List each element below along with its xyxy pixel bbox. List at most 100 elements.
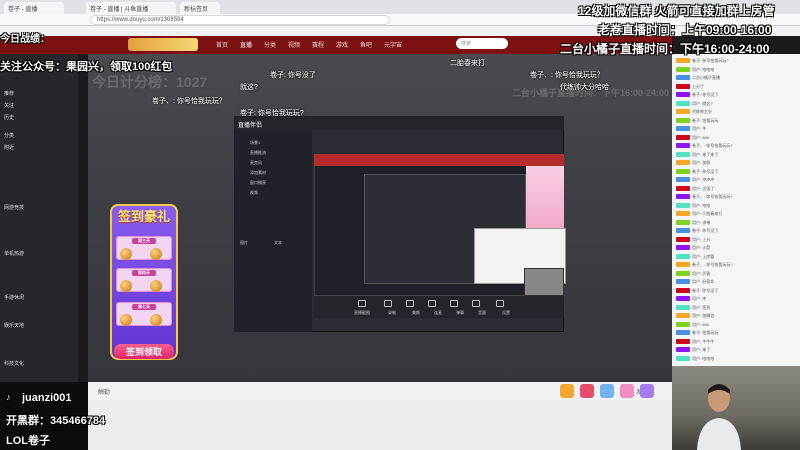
scene-sidebar: 场景1 直播推流 麦克风 添加素材 窗口捕获 视频 图片 文本 xyxy=(234,130,312,332)
fan-badge xyxy=(676,143,690,149)
fan-badge xyxy=(676,253,690,259)
search-input[interactable]: 搜索 xyxy=(456,38,508,49)
chat-message: 用户: 哈哈哈 xyxy=(676,356,796,362)
toolbar-label[interactable]: 设置 xyxy=(502,310,510,316)
chat-text: 卷子、: 你号恰我玩玩? xyxy=(692,194,733,199)
site-logo[interactable] xyxy=(128,38,198,51)
scene-item[interactable]: 麦克风 xyxy=(250,160,262,166)
toolbar-label[interactable]: 弹幕 xyxy=(456,310,464,316)
schedule-second: 二台小橘子直播时间：下午16:00-24:00 xyxy=(560,42,770,56)
browser-tab-active[interactable]: 卷子 - 直播 | 斗鱼直播 xyxy=(86,2,176,14)
chat-text: 用户: 哈哈 xyxy=(692,202,711,208)
toolbar-label[interactable]: 录制 xyxy=(388,310,396,316)
chat-text: 用户: 上分 xyxy=(692,236,711,242)
chat-text: 用户: 冲 xyxy=(692,296,707,301)
danmaku-icon[interactable] xyxy=(450,300,458,307)
fan-badge xyxy=(676,279,690,285)
browser-tab[interactable]: 新标签页 xyxy=(180,2,220,14)
scene-item[interactable]: 窗口捕获 xyxy=(250,180,266,186)
chat-text: 用户: 666 xyxy=(692,321,709,327)
nav-item[interactable]: 赛程 xyxy=(312,40,324,49)
fan-badge xyxy=(676,134,690,140)
sidebar-section[interactable]: 娱乐天地 xyxy=(4,322,74,329)
nav-item[interactable]: 首页 xyxy=(216,40,228,49)
beauty-icon[interactable] xyxy=(406,300,414,307)
preview-webcam xyxy=(524,268,564,296)
chat-message: 用户: 加微信 xyxy=(676,313,796,319)
toolbar-label[interactable]: 连麦 xyxy=(434,310,442,316)
gift-icon[interactable] xyxy=(560,384,574,398)
sidebar-item[interactable]: 关注 xyxy=(4,102,74,109)
browser-tab[interactable]: 卷子 - 直播 xyxy=(4,2,64,14)
fan-badge xyxy=(676,321,690,327)
chat-text: 用户: 二胎春来打 xyxy=(692,211,723,216)
chat-text: 用户: 来了来了 xyxy=(692,151,719,157)
gift-icon[interactable] xyxy=(640,384,654,398)
scene-item[interactable]: 场景1 xyxy=(250,140,260,146)
sidebar-item[interactable]: 历史 xyxy=(4,114,74,121)
chat-message: 用户: 火箭 xyxy=(676,245,796,251)
nav-item[interactable]: 元宇宙 xyxy=(384,40,402,49)
nav-item[interactable]: 鱼吧 xyxy=(360,40,372,49)
gift-icon[interactable] xyxy=(580,384,594,398)
chat-message: 用户: 冲冲冲 xyxy=(676,177,796,183)
toolbar-label[interactable]: 直播截图 xyxy=(354,310,370,316)
chat-text: 用户: 求带 xyxy=(692,219,711,225)
streaming-toolbar: 直播截图 录制 美颜 连麦 弹幕 音量 设置 xyxy=(314,296,564,318)
toolbar-label[interactable]: 音量 xyxy=(478,310,486,316)
source-item[interactable]: 图片 xyxy=(240,240,248,246)
sidebar-section[interactable]: 科技文化 xyxy=(4,360,74,367)
sidebar-section[interactable]: 网游竞技 xyxy=(4,204,74,211)
source-item[interactable]: 文本 xyxy=(274,240,282,246)
volume-icon[interactable] xyxy=(472,300,480,307)
sidebar-item[interactable]: 分类 xyxy=(4,132,74,139)
scene-item[interactable]: 视频 xyxy=(250,190,258,196)
fan-badge xyxy=(676,185,690,191)
settings-icon[interactable] xyxy=(496,300,504,307)
chat-text: 卷子、: 你号恰我玩玩? xyxy=(692,262,733,267)
group-number: 开黑群：345466784 xyxy=(6,415,106,427)
nav-item[interactable]: 游戏 xyxy=(336,40,348,49)
gift-orb-icon xyxy=(120,314,132,326)
chat-message: 用户: 哈哈哈 xyxy=(676,67,796,73)
gift-orb-icon xyxy=(150,248,162,260)
scene-item[interactable]: 添加素材 xyxy=(250,170,266,176)
scene-item[interactable]: 直播推流 xyxy=(250,150,266,156)
nav-item[interactable]: 视频 xyxy=(288,40,300,49)
toolbar-label[interactable]: 美颜 xyxy=(412,310,420,316)
danmu-comment: 卷子、: 你号恰我玩玩？ xyxy=(152,98,226,105)
link-mic-icon[interactable] xyxy=(428,300,436,307)
screenshot-icon[interactable] xyxy=(358,300,366,307)
record-icon[interactable] xyxy=(384,300,392,307)
sidebar-item[interactable]: 附近 xyxy=(4,144,74,151)
sidebar-item[interactable]: 推荐 xyxy=(4,90,74,97)
chat-text: 卷子: 恰我玩玩 xyxy=(692,330,719,335)
fan-badge xyxy=(676,75,690,81)
fan-badge xyxy=(676,92,690,98)
chat-text: 用户: 哈哈哈 xyxy=(692,66,715,72)
fan-badge xyxy=(676,177,690,183)
gift-icon[interactable] xyxy=(600,384,614,398)
nav-item[interactable]: 直播 xyxy=(240,40,252,49)
nav-item[interactable]: 分类 xyxy=(264,40,276,49)
fan-badge xyxy=(676,126,690,132)
chat-message: 卷子、: 你号恰我玩玩? xyxy=(676,262,796,268)
chat-message: 用户: 厉害 xyxy=(676,271,796,277)
fan-badge xyxy=(676,228,690,234)
danmu-comment: 代练帅大分哈哈 xyxy=(560,84,609,91)
sidebar-section[interactable]: 单机热游 xyxy=(4,250,74,257)
gift-icon[interactable] xyxy=(620,384,634,398)
chouqin-label[interactable]: 酬勤 xyxy=(98,387,110,396)
preview-site-header xyxy=(314,154,564,166)
chat-message: 代练帅大分 xyxy=(676,109,796,115)
fan-badge xyxy=(676,160,690,166)
fan-badge xyxy=(676,347,690,353)
sidebar-section[interactable]: 手游休闲 xyxy=(4,294,74,301)
signin-claim-button[interactable]: 签到领取 xyxy=(114,344,174,359)
url-field[interactable]: https://www.douyu.com/1308504 xyxy=(90,15,390,25)
chat-text: 用户: 好家伙 xyxy=(692,279,715,284)
danmu-comment: 卷子: 你号没了 xyxy=(270,72,316,79)
fan-badge xyxy=(676,100,690,106)
chat-message: 卷子、: 你号恰我玩玩? xyxy=(676,143,796,149)
chat-message: 用户: 加群 xyxy=(676,160,796,166)
